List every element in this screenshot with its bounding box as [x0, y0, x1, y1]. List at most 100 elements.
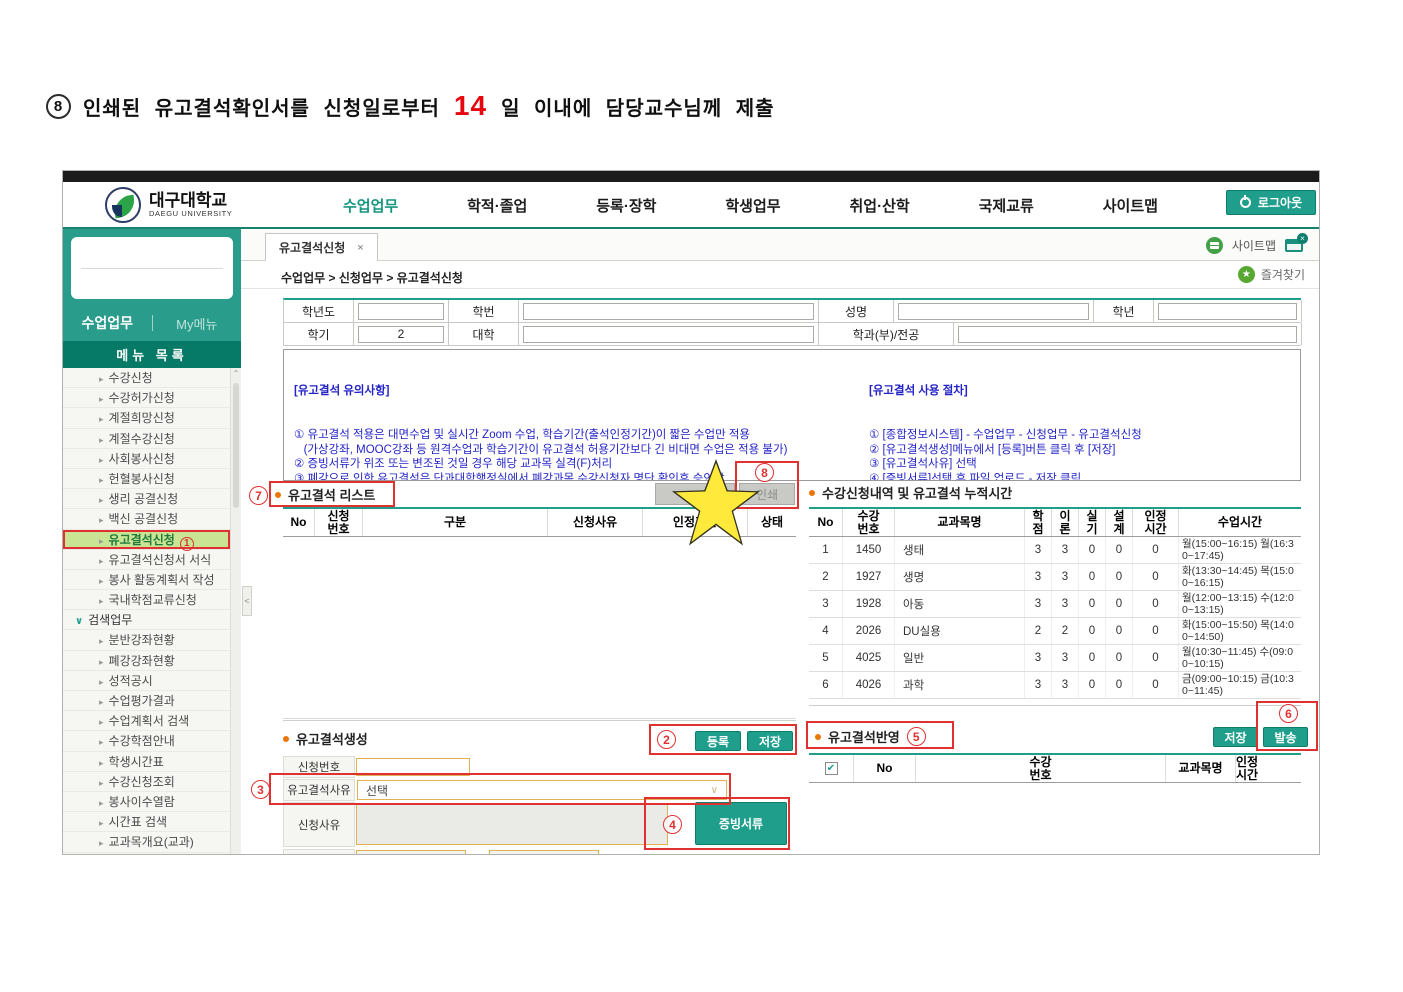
cell-design: 0: [1106, 618, 1133, 644]
submenu-arrow-icon: [99, 755, 109, 769]
sidebar-item[interactable]: 시간표 검색: [63, 812, 230, 832]
request-no-field[interactable]: [356, 758, 470, 776]
sidebar-item[interactable]: 헌혈봉사신청: [63, 469, 230, 489]
period-end-field[interactable]: [489, 850, 599, 855]
sidebar-item-label: 시간표 검색: [109, 815, 168, 829]
column-header: 인정 시간: [1236, 755, 1258, 782]
name-field[interactable]: [898, 303, 1089, 320]
submenu-arrow-icon: [99, 694, 109, 708]
scrollbar-thumb[interactable]: [233, 383, 239, 508]
sidebar-item[interactable]: 백신 공결신청: [63, 509, 230, 529]
cell-course-name: 일반: [895, 645, 1025, 671]
sidebar-tab-work[interactable]: 수업업무: [63, 313, 152, 333]
send-button[interactable]: 발송: [1263, 727, 1308, 747]
period-start-field[interactable]: [356, 850, 466, 855]
column-header: No: [809, 509, 843, 536]
attach-document-button[interactable]: 증빙서류: [695, 802, 787, 845]
nav-item[interactable]: 사이트맵: [1103, 195, 1158, 216]
sidebar-item[interactable]: 계절희망신청: [63, 408, 230, 428]
scroll-up-icon[interactable]: ⌃: [231, 369, 241, 378]
semester-field[interactable]: 2: [358, 326, 444, 343]
sidebar-item[interactable]: 수업평가결과: [63, 691, 230, 711]
university-logo[interactable]: 대구대학교 DAEGU UNIVERSITY: [105, 187, 232, 223]
studentno-field[interactable]: [523, 303, 814, 320]
section-bullet-icon: [275, 492, 281, 498]
nav-item[interactable]: 국제교류: [979, 195, 1034, 216]
sidebar-menu-items: 수강신청 수강허가신청 계절희망신청 계절수강신청: [63, 368, 241, 855]
notice-left-body: ① 유고결석 적용은 대면수업 및 실시간 Zoom 수업, 학습기간(출석인정…: [294, 428, 859, 481]
apply-reason-textarea[interactable]: [356, 804, 668, 845]
college-label: 대학: [449, 323, 519, 345]
sidebar-item[interactable]: 유고결석신청서 서식: [63, 550, 230, 570]
absence-list-table: No신청 번호구분신청사유인정기간상태: [283, 507, 796, 719]
sidebar-item[interactable]: 취업정지출결: [63, 853, 230, 856]
sitemap-label[interactable]: 사이트맵: [1232, 237, 1276, 254]
submenu-arrow-icon: [99, 815, 109, 829]
sitemap-icon[interactable]: [1206, 237, 1223, 254]
checkbox-checked-icon[interactable]: ✔: [825, 762, 838, 775]
breadcrumb: 수업업무 > 신청업무 > 유고결석신청: [281, 269, 463, 286]
sidebar-item[interactable]: 계절수강신청: [63, 429, 230, 449]
sidebar-item-label: 유고결석신청: [109, 533, 175, 547]
reason-type-select[interactable]: 선택 ∨: [357, 780, 727, 800]
sidebar-item[interactable]: 봉사이수열람: [63, 792, 230, 812]
nav-item[interactable]: 학적·졸업: [467, 195, 527, 216]
enroll-table-row: 5 4025 일반 3 3 0 0 0 월(10:30~11:45) 수(09:…: [809, 645, 1301, 672]
sidebar-item[interactable]: 검색업무: [63, 610, 230, 630]
college-field[interactable]: [523, 326, 814, 343]
column-header: 이 론: [1052, 509, 1079, 536]
cell-recognized-hours: 0: [1133, 537, 1179, 563]
column-header: 수업시간: [1179, 509, 1301, 536]
university-emblem-icon: [105, 187, 141, 223]
column-header: 교과목명: [895, 509, 1025, 536]
apply-save-button[interactable]: 저장: [1213, 727, 1258, 747]
sidebar-item[interactable]: 수강신청조회: [63, 772, 230, 792]
nav-item[interactable]: 취업·산학: [850, 195, 910, 216]
save-button[interactable]: 저장: [747, 731, 793, 751]
sidebar-item[interactable]: 수강학점안내: [63, 731, 230, 751]
sidebar-item[interactable]: 수강신청: [63, 368, 230, 388]
sidebar-item[interactable]: 유고결석신청1: [63, 530, 230, 550]
annotation-circle-4: 4: [663, 815, 682, 834]
sidebar-item[interactable]: 봉사 활동계획서 작성: [63, 570, 230, 590]
sidebar-item[interactable]: 수업계획서 검색: [63, 711, 230, 731]
submenu-arrow-icon: [99, 472, 109, 486]
favorite-button[interactable]: ★ 즐겨찾기: [1238, 266, 1305, 283]
year-label: 학년도: [284, 300, 354, 322]
sidebar-item[interactable]: 학생시간표: [63, 752, 230, 772]
sidebar-item-label: 수업계획서 검색: [109, 714, 190, 728]
submenu-arrow-icon: [99, 371, 109, 385]
column-header: 신청 번호: [315, 509, 363, 536]
content-tabbar: 유고결석신청 × 사이트맵: [241, 229, 1320, 261]
logout-button[interactable]: 로그아웃: [1226, 190, 1316, 215]
notice-right: [유고결석 사용 절차] ① [종합정보시스템] - 수업업무 - 신청업무 -…: [869, 355, 1297, 481]
year-field[interactable]: [358, 303, 444, 320]
sidebar-item-label: 계절수강신청: [109, 432, 175, 446]
enroll-table-row: 2 1927 생명 3 3 0 0 0 화(13:30~14:45) 목(15:…: [809, 564, 1301, 591]
sidebar-item[interactable]: 분반강좌현황: [63, 630, 230, 650]
sidebar-item[interactable]: 국내학점교류신청: [63, 590, 230, 610]
student-form-row1: 학년도 학번 성명 학년: [284, 300, 1301, 323]
nav-item[interactable]: 등록·장학: [596, 195, 656, 216]
sidebar-item[interactable]: 수강허가신청: [63, 388, 230, 408]
sidebar-item[interactable]: 생리 공결신청: [63, 489, 230, 509]
dept-field[interactable]: [958, 326, 1297, 343]
submenu-arrow-icon: [99, 835, 109, 849]
sidebar-item[interactable]: 성적공시: [63, 671, 230, 691]
sidebar-item[interactable]: 교과목개요(교과): [63, 832, 230, 852]
sidebar-tab-mymenu[interactable]: My메뉴: [153, 314, 242, 333]
tab-yugo-absence[interactable]: 유고결석신청 ×: [265, 233, 378, 261]
sidebar-item-label: 수강신청: [109, 371, 153, 385]
grade-field[interactable]: [1158, 303, 1297, 320]
close-all-windows-icon[interactable]: [1285, 239, 1303, 252]
sidebar-scrollbar[interactable]: ⌃: [230, 368, 241, 855]
sidebar-item-label: 봉사이수열람: [109, 795, 175, 809]
nav-item[interactable]: 학생업무: [725, 195, 780, 216]
sidebar-item[interactable]: 폐강강좌현황: [63, 651, 230, 671]
register-button[interactable]: 등록: [695, 731, 741, 751]
tab-close-icon[interactable]: ×: [357, 242, 363, 254]
sidebar-item[interactable]: 사회봉사신청: [63, 449, 230, 469]
sidebar-collapse-handle[interactable]: [242, 586, 252, 616]
nav-item[interactable]: 수업업무: [343, 195, 398, 216]
select-all-checkbox-cell: ✔: [809, 755, 854, 782]
